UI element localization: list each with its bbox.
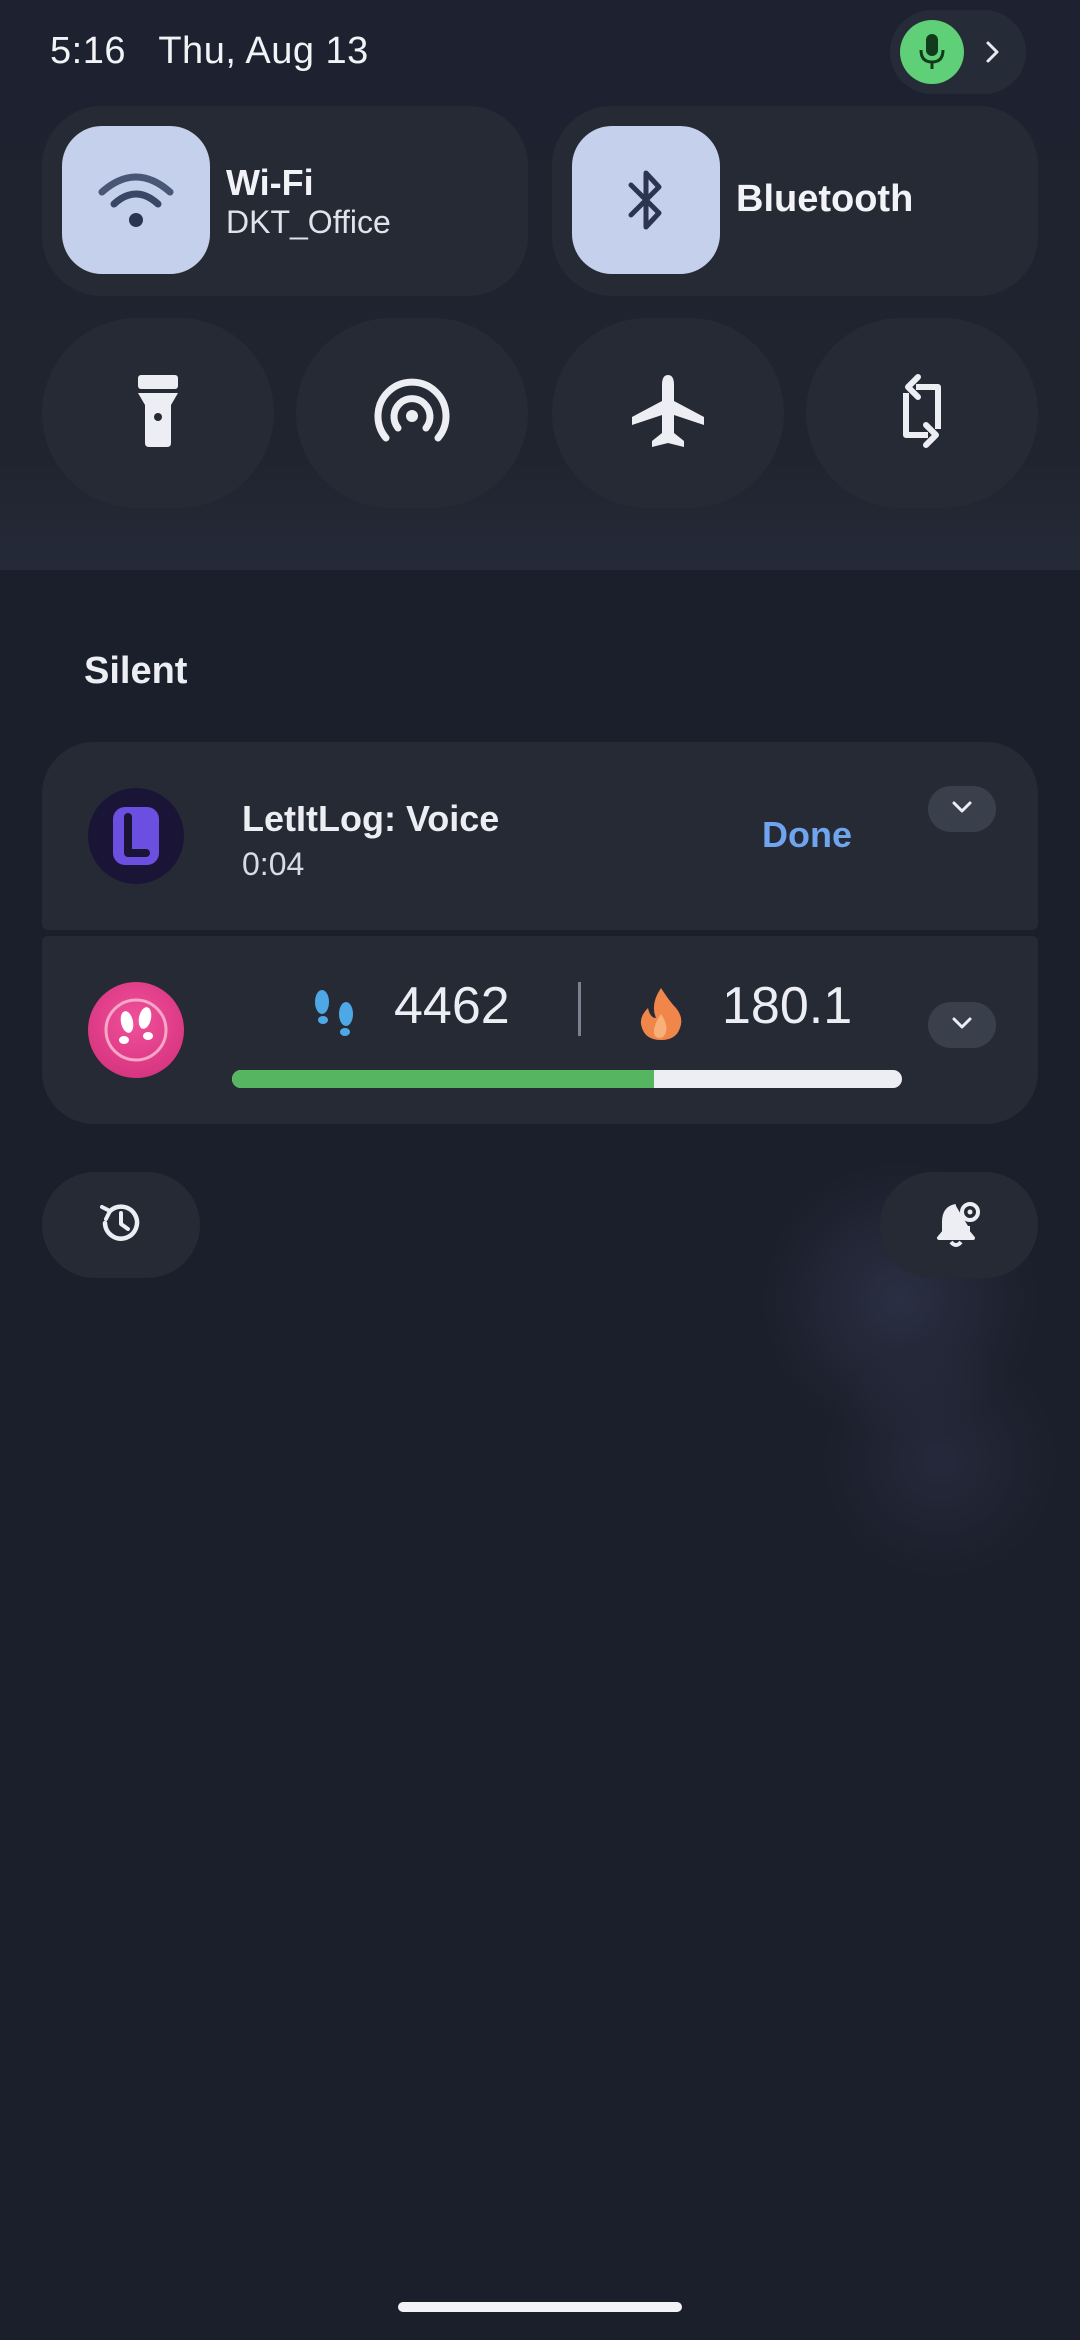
- chevron-down-icon: [950, 1015, 974, 1036]
- wifi-tile[interactable]: Wi-Fi DKT_Office: [42, 106, 528, 296]
- rotate-icon: [892, 371, 952, 456]
- step-counter-app-icon: [88, 982, 184, 1078]
- chevron-down-icon: [950, 799, 974, 820]
- notification-settings-icon: [934, 1198, 984, 1253]
- expand-notification-button[interactable]: [928, 1002, 996, 1048]
- notification-step-counter[interactable]: 4462 180.1: [42, 936, 1038, 1124]
- background-glow: [820, 1340, 1060, 1580]
- calories-value: 180.1: [722, 977, 853, 1035]
- flame-icon: [636, 986, 686, 1047]
- notification-history-button[interactable]: [42, 1172, 200, 1278]
- status-bar: 5:16 Thu, Aug 13: [50, 30, 391, 73]
- airplane-mode-tile[interactable]: [552, 318, 784, 508]
- step-progress-fill: [232, 1070, 655, 1088]
- date-text: Thu, Aug 13: [158, 30, 369, 72]
- wifi-icon: [62, 126, 210, 274]
- notification-title: LetItLog: Voice: [242, 798, 500, 839]
- notification-settings-button[interactable]: [880, 1172, 1038, 1278]
- history-icon: [97, 1199, 145, 1252]
- divider: [578, 982, 581, 1036]
- privacy-indicator-chip[interactable]: [890, 10, 1026, 94]
- steps-count: 4462: [394, 977, 510, 1035]
- mic-icon: [900, 20, 964, 84]
- notification-subtitle: 0:04: [242, 846, 305, 882]
- wifi-label: Wi-Fi: [226, 162, 314, 203]
- wifi-network-name: DKT_Office: [226, 204, 391, 240]
- bluetooth-label: Bluetooth: [736, 178, 914, 220]
- step-progress-bar: [232, 1070, 902, 1088]
- home-indicator[interactable]: [398, 2302, 682, 2312]
- section-title-silent: Silent: [84, 650, 188, 692]
- notification-letitlog[interactable]: LetItLog: Voice 0:04 Done: [42, 742, 1038, 930]
- chevron-right-icon: [978, 32, 1008, 72]
- hotspot-tile[interactable]: [296, 318, 528, 508]
- footsteps-icon: [310, 988, 360, 1049]
- flashlight-tile[interactable]: [42, 318, 274, 508]
- expand-notification-button[interactable]: [928, 786, 996, 832]
- letitlog-app-icon: [88, 788, 184, 884]
- airplane-icon: [630, 373, 706, 454]
- bluetooth-icon: [572, 126, 720, 274]
- clock-time: 5:16: [50, 30, 126, 72]
- bluetooth-tile[interactable]: Bluetooth: [552, 106, 1038, 296]
- hotspot-icon: [372, 376, 452, 451]
- auto-rotate-tile[interactable]: [806, 318, 1038, 508]
- flashlight-icon: [135, 373, 181, 454]
- done-button[interactable]: Done: [762, 814, 852, 856]
